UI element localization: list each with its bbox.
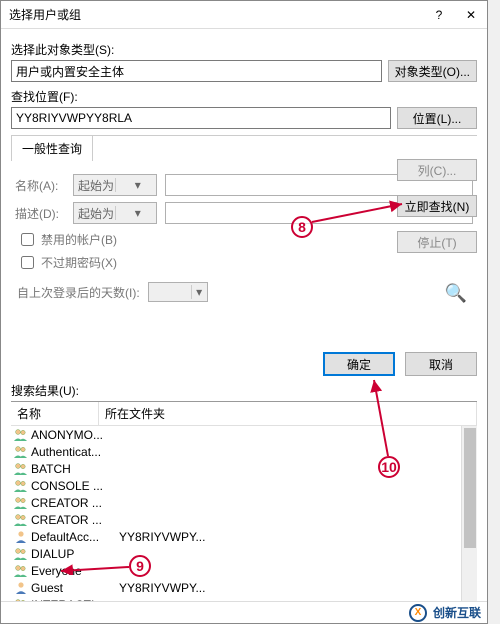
- group-icon: [13, 564, 29, 578]
- name-label: 名称(A):: [15, 177, 65, 194]
- desc-label: 描述(D):: [15, 205, 65, 222]
- select-user-or-group-dialog: 选择用户或组 ? ✕ 选择此对象类型(S): 对象类型(O)... 查找位置(F…: [0, 0, 488, 624]
- brand-name: 创新互联: [433, 604, 481, 621]
- results-scrollbar[interactable]: [461, 426, 477, 622]
- disabled-accounts-checkbox[interactable]: [21, 233, 34, 246]
- titlebar: 选择用户或组 ? ✕: [1, 1, 487, 29]
- chevron-down-icon: ▾: [191, 285, 207, 299]
- row-name: Guest: [31, 581, 117, 595]
- row-name: CREATOR ...: [31, 496, 117, 510]
- column-folder[interactable]: 所在文件夹: [99, 402, 477, 425]
- table-row[interactable]: ANONYMO...: [11, 426, 477, 443]
- row-folder: YY8RIYVWPY...: [117, 530, 477, 544]
- object-type-input[interactable]: [11, 60, 382, 82]
- find-now-button[interactable]: 立即查找(N): [397, 195, 477, 217]
- table-row[interactable]: Authenticat...: [11, 443, 477, 460]
- dialog-title: 选择用户或组: [9, 6, 423, 23]
- chevron-down-icon: ▾: [115, 206, 157, 220]
- row-name: Everyone: [31, 564, 117, 578]
- locations-button[interactable]: 位置(L)...: [397, 107, 477, 129]
- brand-logo-icon: X: [409, 604, 427, 622]
- group-icon: [13, 513, 29, 527]
- row-folder: YY8RIYVWPY...: [117, 581, 477, 595]
- user-icon: [13, 581, 29, 595]
- group-icon: [13, 547, 29, 561]
- row-name: Authenticat...: [31, 445, 117, 459]
- results-header: 名称 所在文件夹: [11, 402, 477, 426]
- column-name[interactable]: 名称: [11, 402, 99, 425]
- user-icon: [13, 530, 29, 544]
- group-icon: [13, 445, 29, 459]
- watermark-footer: X 创新互联: [1, 601, 487, 623]
- close-button[interactable]: ✕: [455, 1, 487, 29]
- location-input[interactable]: [11, 107, 391, 129]
- non-expiring-password-label: 不过期密码(X): [41, 254, 117, 271]
- side-buttons: 列(C)... 立即查找(N) 停止(T): [397, 159, 477, 253]
- table-row[interactable]: GuestYY8RIYVWPY...: [11, 579, 477, 596]
- row-name: DIALUP: [31, 547, 117, 561]
- object-types-button[interactable]: 对象类型(O)...: [388, 60, 477, 82]
- desc-match-combo[interactable]: 起始为▾: [73, 202, 157, 224]
- row-name: BATCH: [31, 462, 117, 476]
- cancel-button[interactable]: 取消: [405, 352, 477, 376]
- location-label: 查找位置(F):: [11, 88, 477, 105]
- object-type-label: 选择此对象类型(S):: [11, 41, 477, 58]
- name-match-combo[interactable]: 起始为▾: [73, 174, 157, 196]
- group-icon: [13, 479, 29, 493]
- days-since-logon-label: 自上次登录后的天数(I):: [17, 284, 140, 301]
- days-combo[interactable]: ▾: [148, 282, 208, 302]
- group-icon: [13, 428, 29, 442]
- row-name: ANONYMO...: [31, 428, 117, 442]
- non-expiring-password-checkbox[interactable]: [21, 256, 34, 269]
- results-table: 名称 所在文件夹 ANONYMO... Authenticat... BATCH CO…: [11, 401, 477, 622]
- tab-general-query[interactable]: 一般性查询: [11, 135, 93, 161]
- row-name: DefaultAcc...: [31, 530, 117, 544]
- row-name: CONSOLE ...: [31, 479, 117, 493]
- group-icon: [13, 496, 29, 510]
- table-row[interactable]: DefaultAcc...YY8RIYVWPY...: [11, 528, 477, 545]
- help-button[interactable]: ?: [423, 1, 455, 29]
- results-label: 搜索结果(U):: [11, 382, 487, 399]
- stop-button[interactable]: 停止(T): [397, 231, 477, 253]
- chevron-down-icon: ▾: [115, 178, 157, 192]
- dialog-buttons: 确定 取消: [1, 352, 477, 376]
- disabled-accounts-label: 禁用的帐户(B): [41, 231, 117, 248]
- results-body: ANONYMO... Authenticat... BATCH CONSOLE ...…: [11, 426, 477, 622]
- columns-button[interactable]: 列(C)...: [397, 159, 477, 181]
- ok-button[interactable]: 确定: [323, 352, 395, 376]
- table-row[interactable]: CREATOR ...: [11, 511, 477, 528]
- table-row[interactable]: CONSOLE ...: [11, 477, 477, 494]
- search-icon: 🔍: [445, 283, 467, 304]
- table-row[interactable]: BATCH: [11, 460, 477, 477]
- table-row[interactable]: CREATOR ...: [11, 494, 477, 511]
- group-icon: [13, 462, 29, 476]
- table-row[interactable]: DIALUP: [11, 545, 477, 562]
- row-name: CREATOR ...: [31, 513, 117, 527]
- table-row[interactable]: Everyone: [11, 562, 477, 579]
